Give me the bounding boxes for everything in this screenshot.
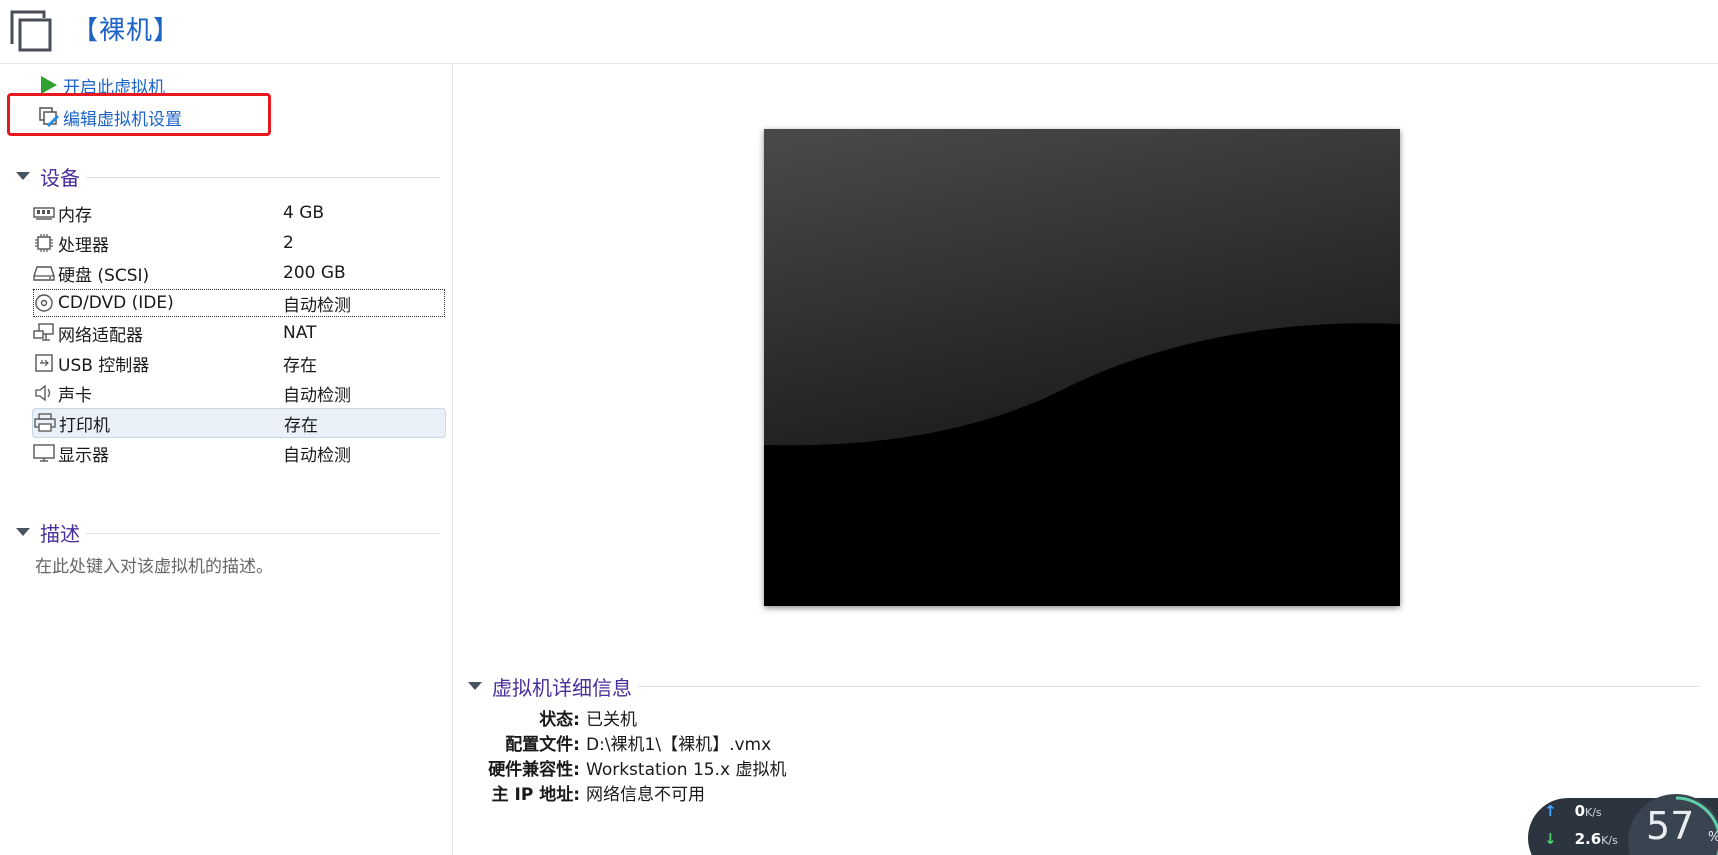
upload-speed: ↑ 0K/s — [1544, 802, 1602, 820]
usage-value: 57 — [1646, 804, 1695, 848]
device-row-processor[interactable]: 处理器 2 — [32, 228, 446, 258]
detail-row-hardware-compatibility: 硬件兼容性: Workstation 15.x 虚拟机 — [468, 755, 968, 780]
upload-arrow-icon: ↑ — [1544, 802, 1557, 820]
device-value: 自动检测 — [283, 295, 351, 316]
page-title: 【裸机】 — [72, 16, 181, 46]
network-speed-widget[interactable]: ↑0K/s ↓2.6K/s 57 % — [1528, 792, 1718, 855]
detail-value: Workstation 15.x 虚拟机 — [586, 760, 787, 780]
vm-details-list: 状态: 已关机 配置文件: D:\裸机1\【裸机】.vmx 硬件兼容性: Wor… — [468, 705, 968, 805]
usage-unit: % — [1708, 830, 1718, 845]
detail-value: 网络信息不可用 — [586, 785, 705, 805]
sound-icon — [32, 381, 56, 405]
device-name: 打印机 — [59, 415, 110, 436]
usage-gauge: 57 % — [1626, 792, 1718, 855]
detail-value: D:\裸机1\【裸机】.vmx — [586, 735, 772, 755]
device-value: 自动检测 — [283, 385, 351, 406]
device-row-printer[interactable]: 打印机 存在 — [32, 408, 446, 438]
vm-icon — [10, 10, 52, 52]
download-speed: ↓ 2.6K/s — [1544, 830, 1618, 848]
device-row-network-adapter[interactable]: 网络适配器 NAT — [32, 318, 446, 348]
device-name: 网络适配器 — [58, 325, 143, 346]
device-value: 2 — [283, 233, 294, 253]
usb-icon — [32, 351, 56, 375]
cd-dvd-icon — [32, 291, 56, 315]
detail-row-ip-address: 主 IP 地址: 网络信息不可用 — [468, 780, 968, 805]
download-arrow-icon: ↓ — [1544, 830, 1557, 848]
device-name: 内存 — [58, 205, 92, 226]
detail-row-config-file: 配置文件: D:\裸机1\【裸机】.vmx — [468, 730, 968, 755]
download-unit: K/s — [1601, 834, 1618, 847]
device-name: 硬盘 (SCSI) — [58, 265, 150, 286]
section-divider — [86, 176, 440, 178]
detail-key: 主 IP 地址: — [491, 785, 580, 805]
vm-details-section-title: 虚拟机详细信息 — [492, 675, 632, 700]
processor-icon — [32, 231, 56, 255]
header: 【裸机】 — [0, 0, 1718, 64]
detail-row-status: 状态: 已关机 — [468, 705, 968, 730]
printer-icon — [33, 411, 57, 435]
device-value: 200 GB — [283, 263, 346, 283]
upload-value: 0 — [1574, 802, 1586, 820]
device-row-display[interactable]: 显示器 自动检测 — [32, 438, 446, 468]
device-value: NAT — [283, 323, 317, 343]
detail-key: 配置文件: — [505, 735, 580, 755]
detail-key: 硬件兼容性: — [488, 760, 580, 780]
device-name: 声卡 — [58, 385, 92, 406]
device-value: 存在 — [284, 415, 318, 436]
collapse-triangle-icon — [16, 172, 30, 180]
device-row-sound[interactable]: 声卡 自动检测 — [32, 378, 446, 408]
detail-value: 已关机 — [586, 710, 637, 730]
detail-key: 状态: — [539, 710, 580, 730]
device-name: 处理器 — [58, 235, 109, 256]
download-value: 2.6 — [1574, 830, 1602, 848]
hard-disk-icon — [32, 261, 56, 285]
display-icon — [32, 441, 56, 465]
device-value: 自动检测 — [283, 445, 351, 466]
memory-icon — [32, 201, 56, 225]
device-name: CD/DVD (IDE) — [58, 293, 174, 313]
collapse-triangle-icon — [468, 682, 482, 690]
device-name: USB 控制器 — [58, 355, 150, 376]
upload-unit: K/s — [1585, 806, 1602, 819]
device-list: 内存 4 GB 处理器 2 硬盘 (SCSI) 200 GB CD/DVD (I… — [32, 198, 446, 468]
device-row-cd-dvd[interactable]: CD/DVD (IDE) 自动检测 — [32, 288, 446, 318]
vm-details-section-header[interactable]: 虚拟机详细信息 — [468, 672, 1700, 700]
section-divider — [86, 532, 440, 534]
network-adapter-icon — [32, 321, 56, 345]
collapse-triangle-icon — [16, 528, 30, 536]
device-value: 存在 — [283, 355, 317, 376]
description-section-header[interactable]: 描述 — [16, 518, 440, 546]
highlight-box — [7, 93, 271, 136]
description-placeholder[interactable]: 在此处键入对该虚拟机的描述。 — [35, 552, 273, 577]
device-value: 4 GB — [283, 203, 325, 223]
description-section-title: 描述 — [40, 521, 80, 546]
vm-screen-thumbnail[interactable] — [764, 129, 1400, 606]
section-divider — [638, 685, 1700, 687]
device-row-usb[interactable]: USB 控制器 存在 — [32, 348, 446, 378]
device-row-memory[interactable]: 内存 4 GB — [32, 198, 446, 228]
device-row-hard-disk[interactable]: 硬盘 (SCSI) 200 GB — [32, 258, 446, 288]
devices-section-header[interactable]: 设备 — [16, 162, 440, 190]
devices-section-title: 设备 — [40, 165, 80, 190]
device-name: 显示器 — [58, 445, 109, 466]
